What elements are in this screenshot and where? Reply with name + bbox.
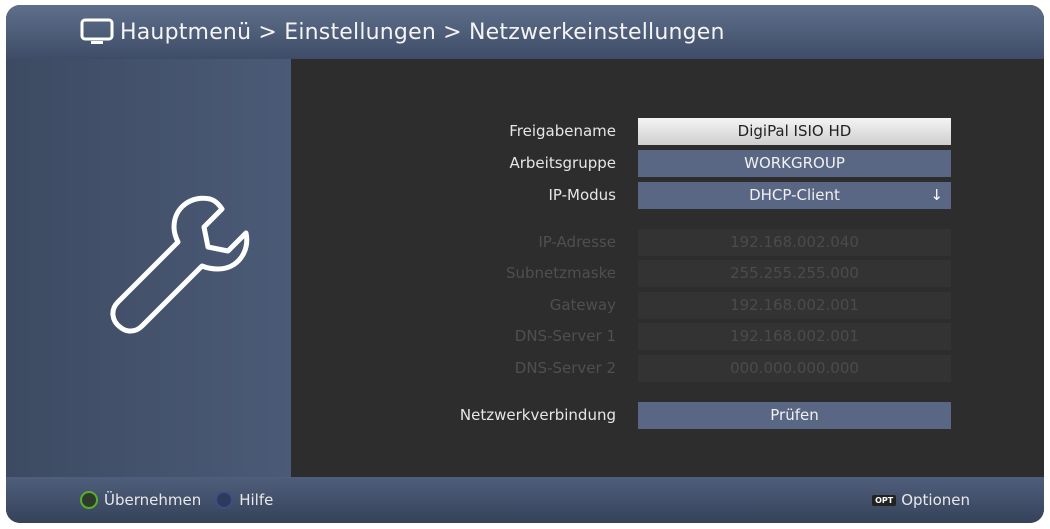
- share-name-field[interactable]: DigiPal ISIO HD: [638, 118, 951, 145]
- network-connection-label: Netzwerkverbindung: [459, 406, 616, 424]
- share-name-row[interactable]: Freigabename DigiPal ISIO HD: [291, 118, 1044, 145]
- accept-button[interactable]: Übernehmen: [104, 491, 201, 509]
- dns1-label: DNS-Server 1: [514, 327, 616, 345]
- footer-bar: Übernehmen Hilfe OPT Optionen: [6, 477, 1044, 523]
- blue-key-icon: [215, 491, 234, 509]
- side-panel: [6, 59, 291, 477]
- dns2-field: 000.000.000.000: [638, 355, 951, 382]
- workgroup-row[interactable]: Arbeitsgruppe WORKGROUP: [291, 150, 1044, 177]
- arrow-down-icon: ↓: [930, 186, 943, 204]
- gateway-label: Gateway: [549, 296, 616, 314]
- green-key-icon: [80, 491, 98, 509]
- wrench-icon: [100, 187, 260, 351]
- subnet-mask-label: Subnetzmaske: [505, 264, 616, 282]
- workgroup-label: Arbeitsgruppe: [509, 154, 616, 172]
- ip-address-label: IP-Adresse: [538, 233, 616, 251]
- ip-mode-row[interactable]: IP-Modus DHCP-Client ↓: [291, 182, 1044, 209]
- settings-form: Freigabename DigiPal ISIO HD Arbeitsgrup…: [291, 59, 1044, 477]
- ip-address-field: 192.168.002.040: [638, 229, 951, 256]
- ip-mode-label: IP-Modus: [548, 186, 616, 204]
- network-connection-row[interactable]: Netzwerkverbindung Prüfen: [291, 402, 1044, 429]
- workgroup-field[interactable]: WORKGROUP: [638, 150, 951, 177]
- share-name-label: Freigabename: [509, 122, 616, 140]
- tv-icon: [80, 18, 114, 46]
- menu-screen: Hauptmenü > Einstellungen > Netzwerkeins…: [6, 5, 1044, 523]
- dns1-row: DNS-Server 1 192.168.002.001: [291, 323, 1044, 350]
- dns2-label: DNS-Server 2: [514, 359, 616, 377]
- header-bar: Hauptmenü > Einstellungen > Netzwerkeins…: [6, 5, 1044, 59]
- ip-mode-select[interactable]: DHCP-Client ↓: [638, 182, 951, 209]
- ip-mode-value: DHCP-Client: [749, 186, 840, 204]
- dns1-field: 192.168.002.001: [638, 323, 951, 350]
- options-button[interactable]: Optionen: [901, 491, 970, 509]
- dns2-row: DNS-Server 2 000.000.000.000: [291, 355, 1044, 382]
- help-button[interactable]: Hilfe: [239, 491, 273, 509]
- gateway-row: Gateway 192.168.002.001: [291, 292, 1044, 319]
- opt-key-icon: OPT: [872, 494, 897, 506]
- breadcrumb-title: Hauptmenü > Einstellungen > Netzwerkeins…: [120, 19, 725, 45]
- subnet-mask-row: Subnetzmaske 255.255.255.000: [291, 260, 1044, 287]
- check-connection-button[interactable]: Prüfen: [638, 402, 951, 429]
- ip-address-row: IP-Adresse 192.168.002.040: [291, 229, 1044, 256]
- gateway-field: 192.168.002.001: [638, 292, 951, 319]
- subnet-mask-field: 255.255.255.000: [638, 260, 951, 287]
